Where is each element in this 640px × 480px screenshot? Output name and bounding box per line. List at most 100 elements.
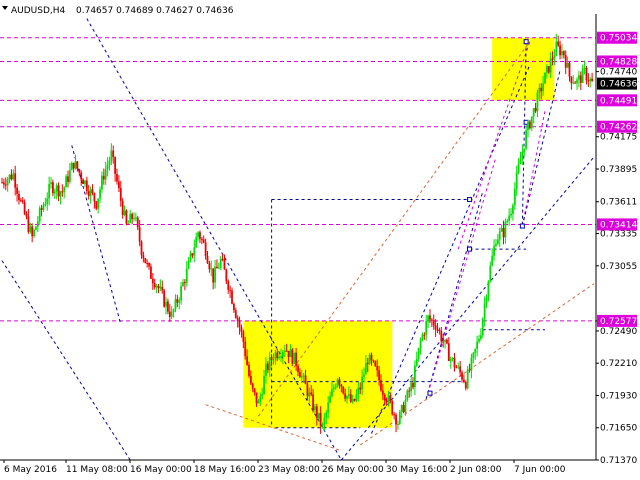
y-tick-label: 0.72210 [600, 359, 637, 369]
candle-body [133, 218, 135, 220]
candle-body [272, 359, 275, 361]
candle-body [298, 372, 301, 378]
candle-body [257, 401, 260, 404]
candle-body [134, 217, 137, 219]
candle-body [263, 375, 265, 395]
candle-body [453, 357, 456, 368]
y-tick-label: 0.71370 [600, 456, 637, 466]
candle-body [508, 215, 511, 221]
candle-body [478, 339, 480, 342]
candle-body [387, 395, 390, 403]
candle-body [29, 226, 32, 232]
candle-body [182, 282, 184, 287]
candle-body [468, 369, 471, 371]
candle-body [455, 367, 458, 369]
candle-body [300, 375, 303, 378]
candle-body [589, 78, 592, 82]
candle-body [357, 387, 360, 395]
candle-body [131, 213, 133, 219]
level-tag: 0.72577 [600, 317, 637, 327]
candle-body [451, 357, 454, 359]
candle-body [161, 286, 164, 291]
candle-body [48, 184, 51, 199]
candle-body [527, 121, 529, 131]
candle-body [148, 263, 150, 267]
candle-body [14, 173, 17, 188]
candle-body [285, 350, 288, 352]
candle-body [444, 339, 446, 342]
candle-body [348, 394, 350, 396]
candle-body [234, 310, 237, 318]
candle-body [547, 66, 550, 73]
candle-body [400, 405, 403, 412]
candle-body [91, 189, 94, 194]
candle-body [410, 382, 413, 392]
x-tick-label: 30 May 16:00 [386, 465, 448, 475]
candle-body [395, 414, 397, 425]
candle-body [376, 365, 379, 371]
candle-body [481, 318, 484, 336]
candle-body [485, 297, 488, 304]
candle-body [119, 188, 122, 201]
x-tick-label: 2 Jun 08:00 [450, 465, 502, 475]
candle-body [25, 213, 28, 217]
candle-body [183, 282, 186, 284]
candle-body [442, 341, 445, 343]
candle-body [270, 357, 273, 361]
candle-body [412, 382, 414, 388]
level-tag: 0.75034 [600, 34, 637, 44]
candle-body [204, 242, 207, 257]
candle-body [489, 265, 492, 282]
candle-body [530, 116, 533, 129]
candle-body [283, 350, 286, 352]
candle-body [229, 289, 232, 291]
candle-body [268, 357, 271, 371]
candle-body [297, 365, 299, 373]
x-tick-label: 6 May 2016 [4, 465, 57, 475]
candle-body [389, 395, 392, 402]
candle-body [340, 384, 343, 387]
y-tick-label: 0.74740 [600, 68, 637, 78]
candle-body [221, 258, 224, 261]
candle-body [4, 184, 7, 186]
candle-body [167, 301, 169, 312]
symbol-label: AUDUSD,H4 [11, 6, 66, 16]
candle-body [562, 51, 565, 56]
candle-body [163, 290, 166, 307]
ohlc-values: 0.74657 0.74689 0.74627 0.74636 [76, 6, 234, 16]
candle-body [291, 349, 294, 364]
candle-body [253, 388, 256, 393]
candle-body [274, 352, 277, 360]
candle-body [578, 75, 580, 80]
candle-body [532, 108, 535, 117]
candle-body [195, 236, 198, 248]
candle-body [472, 352, 475, 358]
candle-body [421, 334, 424, 341]
x-tick-label: 18 May 16:00 [194, 465, 256, 475]
candle-body [353, 399, 356, 401]
candle-body [255, 392, 258, 404]
candle-body [538, 87, 541, 93]
candle-body [344, 393, 347, 399]
candle-body [55, 185, 58, 192]
candle-body [12, 173, 15, 180]
candle-body [144, 258, 147, 263]
candle-body [46, 198, 49, 204]
candle-body [82, 179, 84, 185]
candle-body [314, 406, 316, 411]
candle-body [479, 335, 482, 340]
candle-body [202, 239, 205, 243]
candle-body [513, 188, 516, 206]
candle-body [572, 82, 575, 84]
candle-body [121, 200, 124, 215]
y-tick-label: 0.72490 [600, 327, 637, 337]
candle-body [430, 319, 433, 321]
candle-body [240, 327, 243, 332]
candle-body [312, 394, 314, 411]
candle-body [434, 325, 437, 330]
candle-body [242, 331, 245, 342]
candle-body [236, 317, 239, 321]
x-tick-label: 7 Jun 00:00 [514, 465, 566, 475]
level-tag: 0.74828 [600, 57, 637, 67]
price-chart[interactable]: 0.74740 0.74175 0.73895 0.73611 0.73335 0.730… [0, 0, 640, 480]
